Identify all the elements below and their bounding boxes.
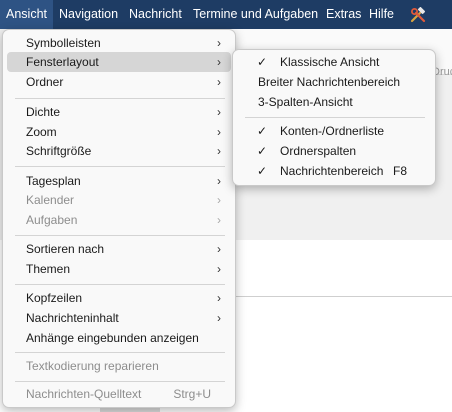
menu-item-label: Fensterlayout (26, 55, 99, 69)
menu-separator (15, 381, 225, 382)
submenu-item-label: 3-Spalten-Ansicht (258, 95, 353, 109)
shortcut-label: Strg+U (173, 387, 211, 401)
menu-item-ordner[interactable]: Ordner › (7, 72, 231, 92)
menu-item-label: Kopfzeilen (26, 291, 83, 305)
menu-extras[interactable]: Extras (320, 0, 367, 29)
layout-submenu: ✓ Klassische Ansicht Breiter Nachrichtenb… (232, 49, 436, 186)
menu-item-kopfzeilen[interactable]: Kopfzeilen › (7, 288, 231, 308)
menu-item-label: Tagesplan (26, 174, 81, 188)
submenu-item-konten-ordnerliste[interactable]: ✓ Konten-/Ordnerliste (237, 121, 431, 141)
chevron-right-icon: › (217, 105, 221, 119)
menu-item-anhaenge-eingebunden[interactable]: Anhänge eingebunden anzeigen (7, 328, 231, 348)
menu-ansicht[interactable]: Ansicht (0, 0, 53, 29)
submenu-item-3-spalten-ansicht[interactable]: 3-Spalten-Ansicht (237, 92, 431, 112)
chevron-right-icon: › (217, 75, 221, 89)
menu-item-textkodierung: Textkodierung reparieren (7, 356, 231, 376)
submenu-item-label: Konten-/Ordnerliste (280, 124, 385, 138)
hammer-wrench-icon[interactable] (410, 7, 426, 23)
menu-item-symbolleisten[interactable]: Symbolleisten › (7, 33, 231, 53)
chevron-right-icon: › (217, 262, 221, 276)
menu-separator (15, 98, 225, 99)
chevron-right-icon: › (217, 174, 221, 188)
menu-item-label: Sortieren nach (26, 242, 105, 256)
menu-bar: Ansicht Navigation Nachricht Termine und… (0, 0, 452, 29)
menu-item-quelltext: Nachrichten-Quelltext Strg+U (7, 384, 231, 404)
menu-item-kalender: Kalender › (7, 190, 231, 210)
menu-item-aufgaben: Aufgaben › (7, 210, 231, 230)
menu-item-label: Zoom (26, 125, 57, 139)
submenu-item-label: Nachrichtenbereich (280, 164, 384, 178)
menu-separator (15, 166, 225, 167)
submenu-item-ordnerspalten[interactable]: ✓ Ordnerspalten (237, 141, 431, 161)
chevron-right-icon: › (217, 125, 221, 139)
submenu-item-label: Klassische Ansicht (280, 55, 380, 69)
menu-item-tagesplan[interactable]: Tagesplan › (7, 171, 231, 191)
menu-item-label: Ordner (26, 75, 64, 89)
submenu-item-label: Breiter Nachrichtenbereich (258, 75, 401, 89)
chevron-right-icon: › (217, 311, 221, 325)
menu-item-label: Aufgaben (26, 213, 78, 227)
menu-item-themen[interactable]: Themen › (7, 259, 231, 279)
submenu-item-klassische-ansicht[interactable]: ✓ Klassische Ansicht (237, 52, 431, 72)
background-divider (230, 296, 452, 297)
submenu-item-nachrichtenbereich[interactable]: ✓ Nachrichtenbereich F8 (237, 161, 431, 181)
chevron-right-icon: › (217, 36, 221, 50)
checkmark-icon: ✓ (257, 144, 268, 158)
menu-item-label: Anhänge eingebunden anzeigen (26, 331, 199, 345)
menu-item-label: Textkodierung reparieren (26, 359, 159, 373)
menu-hilfe[interactable]: Hilfe (363, 0, 400, 29)
chevron-right-icon: › (217, 55, 221, 69)
menu-item-label: Dichte (26, 105, 61, 119)
submenu-item-label: Ordnerspalten (280, 144, 357, 158)
shortcut-label: F8 (392, 164, 407, 178)
chevron-right-icon: › (217, 193, 221, 207)
menu-item-nachrichteninhalt[interactable]: Nachrichteninhalt › (7, 308, 231, 328)
menu-termine-und-aufgaben[interactable]: Termine und Aufgaben (187, 0, 324, 29)
menu-navigation[interactable]: Navigation (53, 0, 124, 29)
menu-item-label: Schriftgröße (26, 144, 92, 158)
menu-separator (15, 352, 225, 353)
menu-item-sortieren-nach[interactable]: Sortieren nach › (7, 239, 231, 259)
checkmark-icon: ✓ (257, 124, 268, 138)
menu-item-fensterlayout[interactable]: Fensterlayout › (7, 52, 231, 72)
chevron-right-icon: › (217, 242, 221, 256)
checkmark-icon: ✓ (257, 55, 268, 69)
view-menu: Symbolleisten › Fensterlayout › Ordner › Di… (2, 29, 236, 408)
menu-item-dichte[interactable]: Dichte › (7, 102, 231, 122)
menu-item-label: Nachrichteninhalt (26, 311, 119, 325)
menu-item-label: Symbolleisten (26, 36, 101, 50)
chevron-right-icon: › (217, 213, 221, 227)
menu-item-label: Nachrichten-Quelltext (26, 387, 142, 401)
menu-item-label: Themen (26, 262, 71, 276)
checkmark-icon: ✓ (257, 164, 268, 178)
menu-item-label: Kalender (26, 193, 75, 207)
menu-separator (15, 284, 225, 285)
chevron-right-icon: › (217, 291, 221, 305)
menu-separator (245, 117, 425, 118)
menu-item-schriftgroesse[interactable]: Schriftgröße › (7, 141, 231, 161)
menu-nachricht[interactable]: Nachricht (123, 0, 188, 29)
submenu-item-breiter-nachrichtenbereich[interactable]: Breiter Nachrichtenbereich (237, 72, 431, 92)
menu-item-zoom[interactable]: Zoom › (7, 122, 231, 142)
menu-separator (15, 235, 225, 236)
chevron-right-icon: › (217, 144, 221, 158)
